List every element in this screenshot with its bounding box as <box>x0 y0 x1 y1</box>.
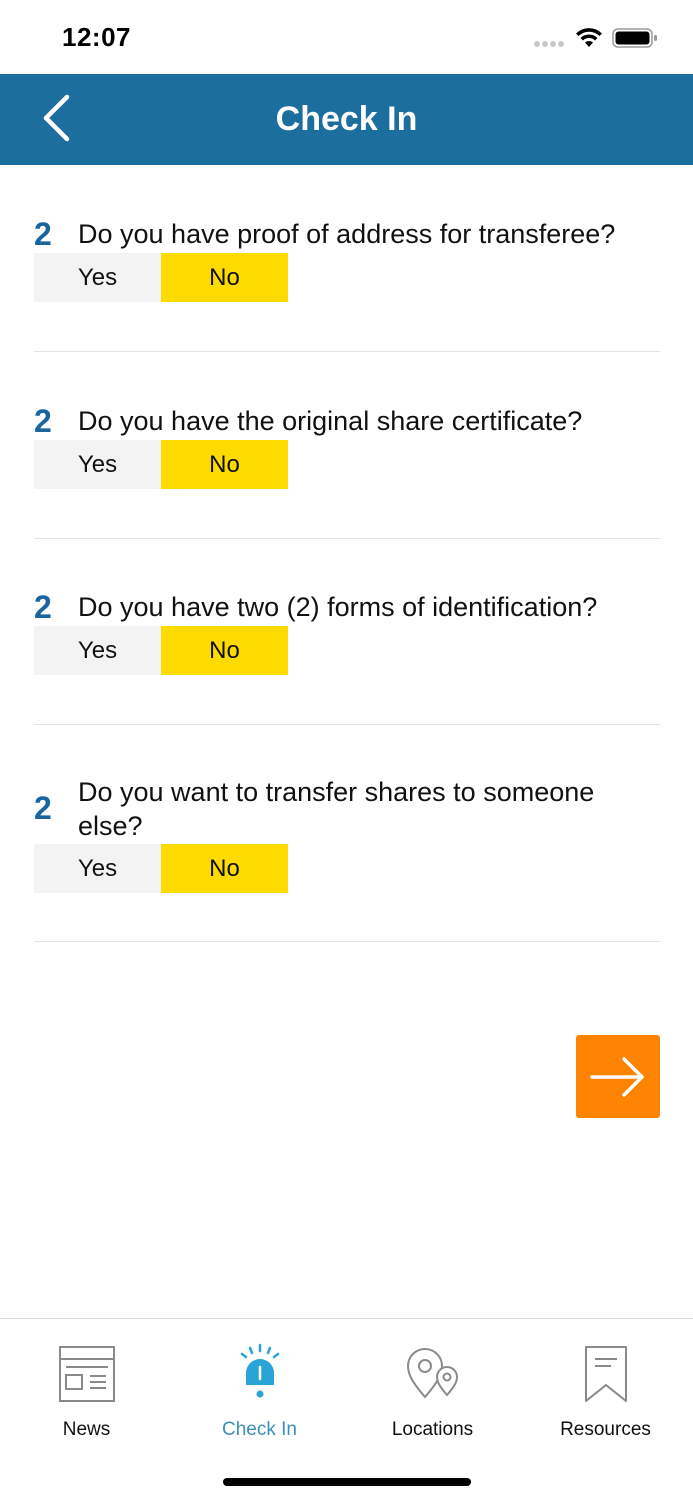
question-card: 2 Do you have two (2) forms of identific… <box>34 573 660 725</box>
yes-no-toggle: Yes No <box>34 253 288 302</box>
wifi-icon <box>576 28 602 47</box>
yes-no-toggle: Yes No <box>34 440 288 489</box>
alert-bell-icon <box>240 1343 279 1398</box>
question-card: 2 Do you want to transfer shares to some… <box>34 759 660 943</box>
no-option[interactable]: No <box>161 626 288 675</box>
next-button[interactable] <box>576 1035 660 1118</box>
yes-option[interactable]: Yes <box>34 253 161 302</box>
question-number: 2 <box>34 216 52 252</box>
no-option[interactable]: No <box>161 253 288 302</box>
yes-no-toggle: Yes No <box>34 626 288 675</box>
question-text: Do you have the original share certifica… <box>78 406 583 436</box>
no-option[interactable]: No <box>161 440 288 489</box>
tab-locations[interactable]: Locations <box>346 1319 519 1459</box>
question-text: Do you have two (2) forms of identificat… <box>78 592 598 622</box>
battery-icon <box>612 28 657 48</box>
tab-label: Resources <box>560 1419 651 1440</box>
divider <box>34 724 660 725</box>
divider <box>34 941 660 942</box>
question-number: 2 <box>34 403 52 439</box>
location-pin-icon <box>406 1348 458 1399</box>
yes-option[interactable]: Yes <box>34 626 161 675</box>
cellular-signal-icon <box>534 41 566 47</box>
tab-news[interactable]: News <box>0 1319 173 1459</box>
home-indicator <box>223 1478 471 1486</box>
question-number: 2 <box>34 589 52 625</box>
yes-option[interactable]: Yes <box>34 440 161 489</box>
yes-no-toggle: Yes No <box>34 844 288 893</box>
news-icon <box>58 1346 115 1402</box>
tab-label: News <box>62 1419 111 1440</box>
bookmark-icon <box>584 1346 627 1402</box>
arrow-right-icon <box>590 1057 644 1097</box>
yes-option[interactable]: Yes <box>34 844 161 893</box>
divider <box>34 351 660 352</box>
question-number: 2 <box>34 790 52 826</box>
no-option[interactable]: No <box>161 844 288 893</box>
tab-resources[interactable]: Resources <box>519 1319 692 1459</box>
question-text: Do you want to transfer shares to someon… <box>78 777 595 841</box>
status-bar: 12:07 <box>0 0 693 74</box>
tab-label: Check In <box>222 1419 297 1440</box>
question-card: 2 Do you have proof of address for trans… <box>34 200 660 352</box>
question-card: 2 Do you have the original share certifi… <box>34 387 660 539</box>
question-text: Do you have proof of address for transfe… <box>78 219 616 249</box>
status-time: 12:07 <box>62 22 131 52</box>
tab-check-in[interactable]: Check In <box>173 1319 346 1459</box>
page-title: Check In <box>275 100 418 138</box>
nav-bar: Check In <box>0 74 693 165</box>
divider <box>34 538 660 539</box>
tab-label: Locations <box>391 1419 474 1440</box>
tab-bar: News Check In Locations Resources <box>0 1318 693 1501</box>
